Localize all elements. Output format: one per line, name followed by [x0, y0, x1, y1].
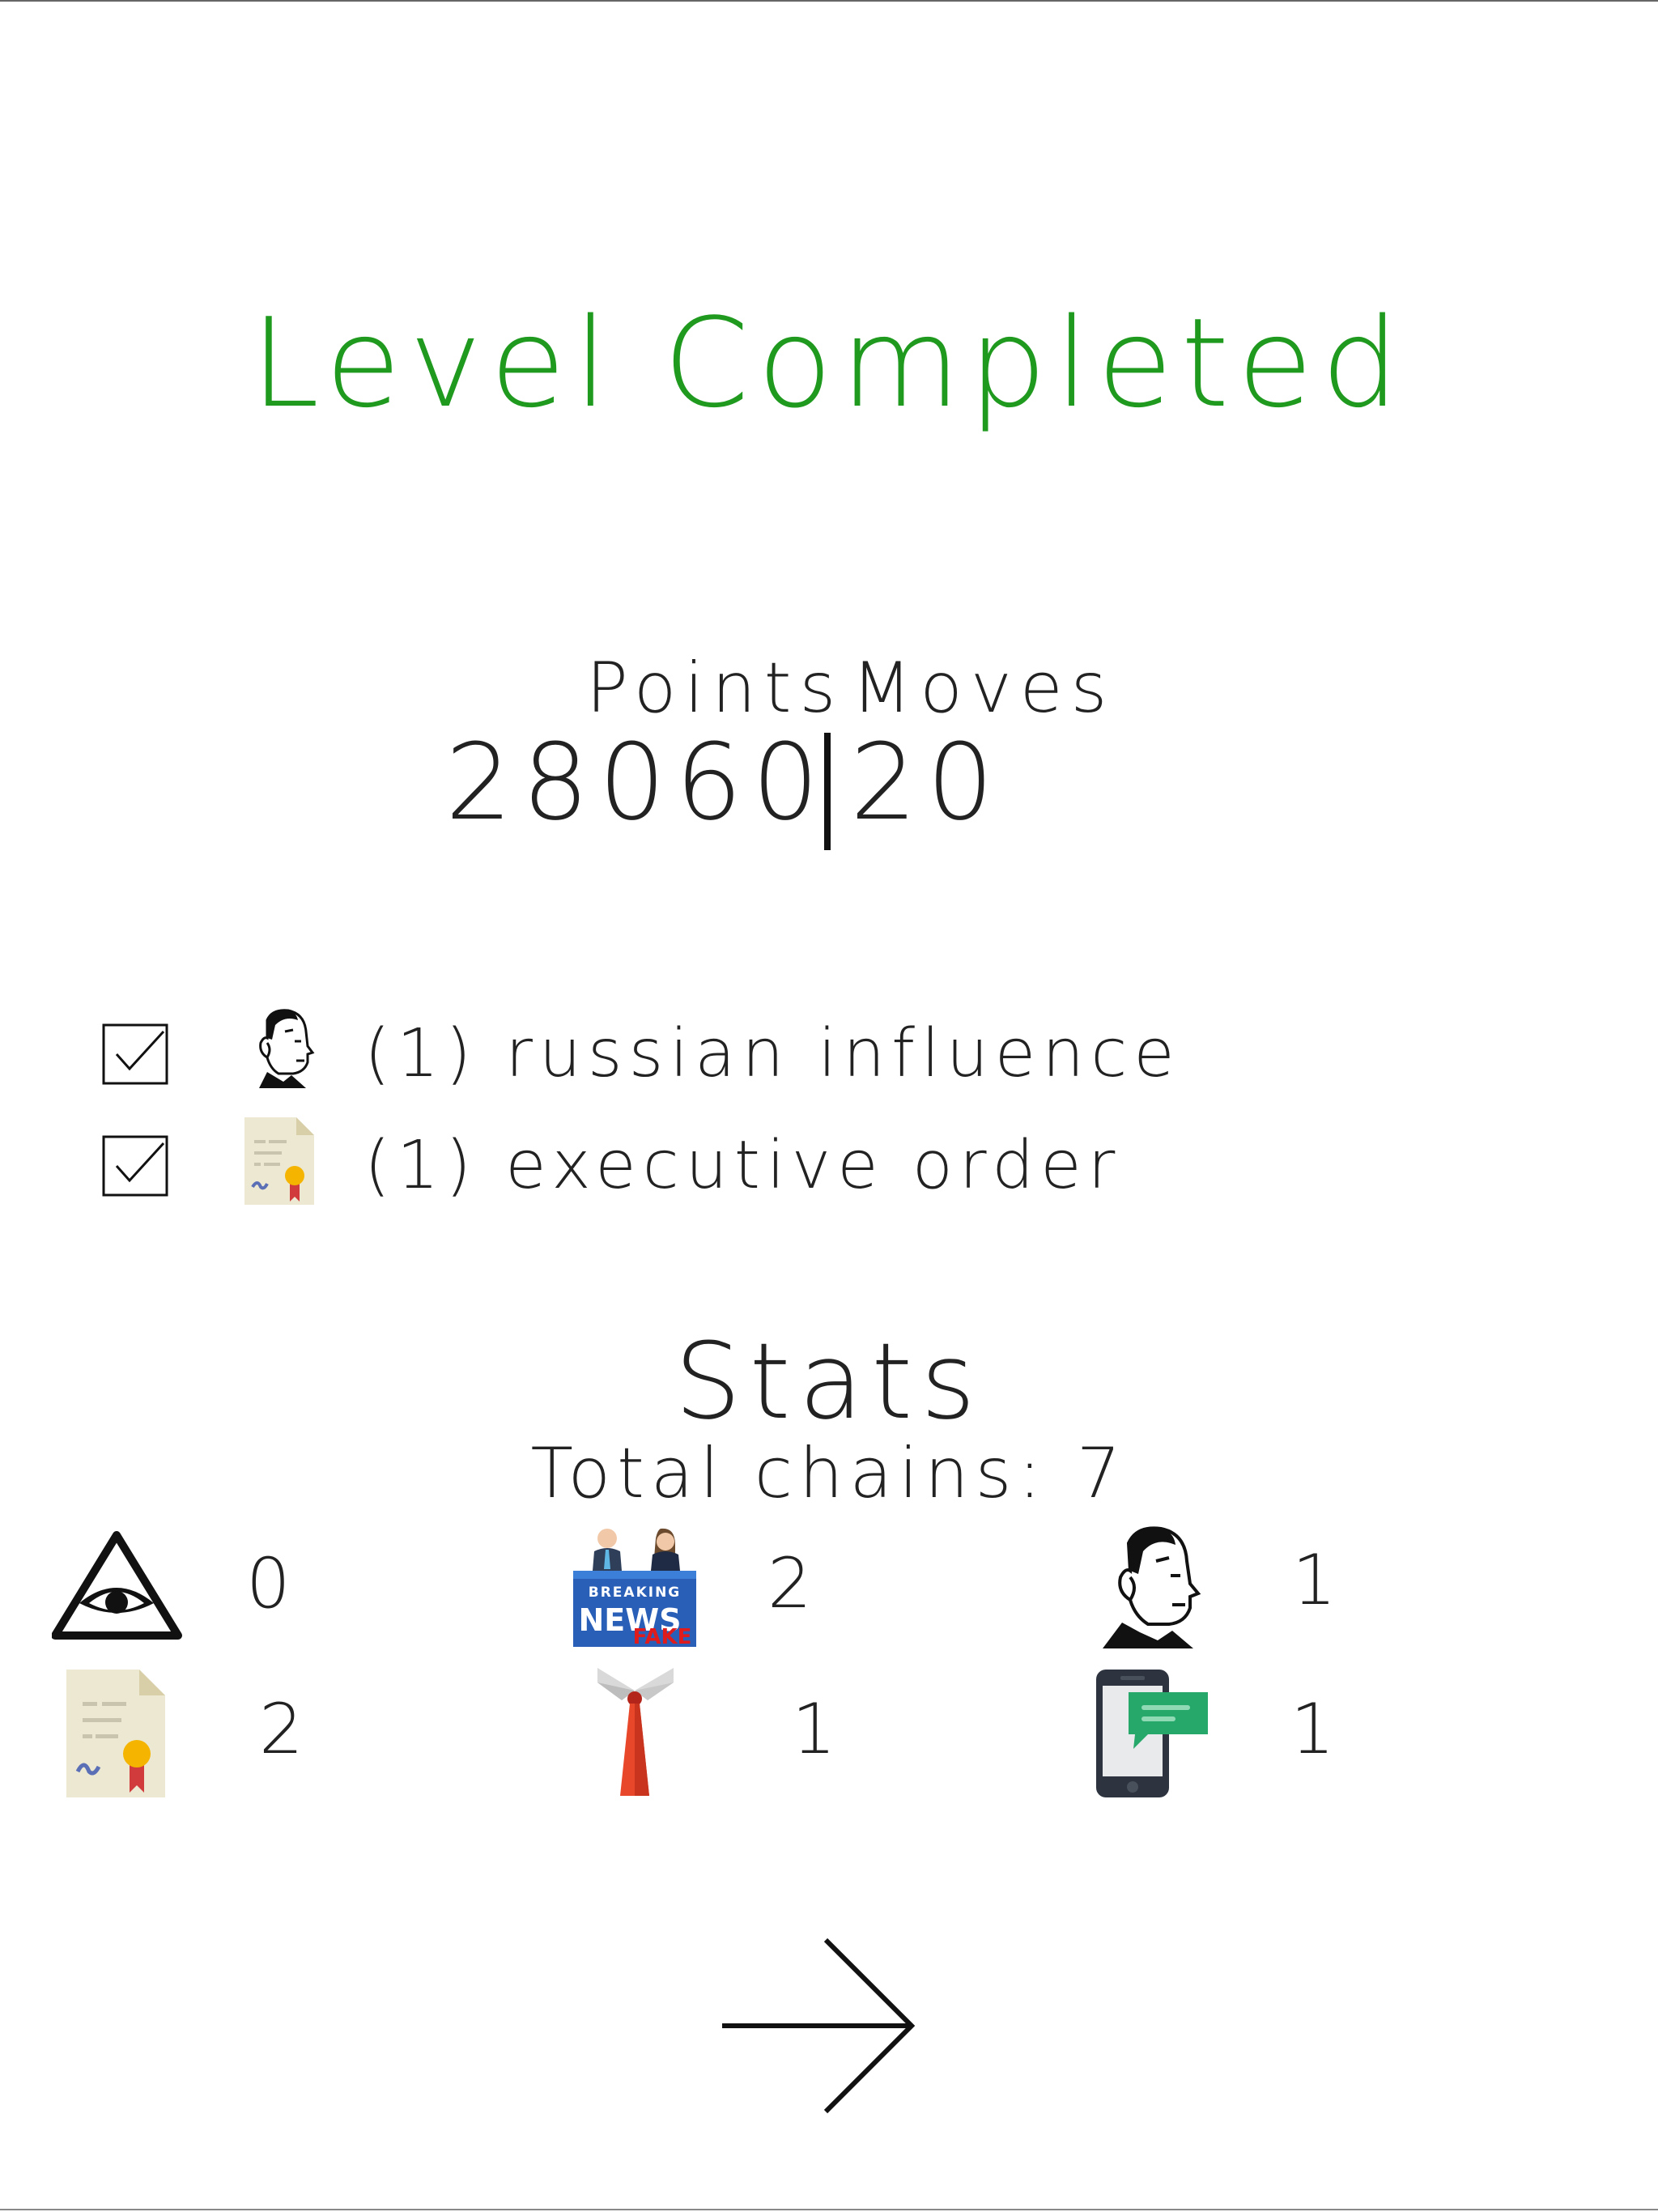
stat-item: 0: [52, 1522, 538, 1660]
russian-influence-icon: [259, 1009, 315, 1088]
stat-item: 2: [65, 1668, 551, 1806]
stat-value: 1: [1290, 1689, 1335, 1770]
score-divider: [824, 733, 831, 850]
score-labels: Points Moves: [0, 648, 1658, 729]
stat-item: 1: [1096, 1668, 1582, 1806]
svg-text:BREAKING: BREAKING: [589, 1585, 682, 1601]
points-value: 28060: [445, 721, 829, 844]
stat-value: 0: [246, 1543, 291, 1624]
top-border: [0, 0, 1658, 2]
stat-item: 1: [1098, 1519, 1584, 1657]
bottom-border: [0, 2209, 1658, 2210]
moves-label: Moves: [852, 648, 1116, 729]
arrow-right-icon[interactable]: [721, 1935, 923, 2117]
executive-order-icon: [66, 1670, 165, 1797]
stat-item: 1: [597, 1668, 1083, 1806]
russian-influence-icon: [1103, 1526, 1201, 1648]
red-tie-icon: [597, 1668, 674, 1796]
stat-item: BREAKING NEWS FAKE 2: [573, 1522, 1059, 1660]
stat-value: 2: [259, 1689, 304, 1770]
executive-order-icon: [244, 1117, 314, 1205]
svg-text:FAKE: FAKE: [633, 1625, 692, 1649]
checkbox-checked-icon: [102, 1135, 168, 1197]
total-chains: Total chains: 7: [530, 1433, 1128, 1514]
stats-title: Stats: [674, 1320, 984, 1443]
goal-text: (1) russian influence: [364, 1015, 1181, 1092]
goal-row: (1) russian influence: [0, 1004, 1658, 1101]
goal-text: (1) executive order: [364, 1127, 1122, 1204]
level-completed-title: Level Completed: [250, 291, 1408, 435]
stat-value: 2: [767, 1543, 812, 1624]
stat-value: 1: [792, 1689, 836, 1770]
phone-message-icon: [1096, 1670, 1208, 1797]
moves-value: 20: [850, 721, 1004, 844]
fake-news-icon: BREAKING NEWS FAKE: [573, 1528, 696, 1649]
stat-value: 1: [1292, 1540, 1337, 1621]
points-label: Points: [586, 648, 844, 729]
goal-row: (1) executive order: [0, 1116, 1658, 1213]
all-seeing-eye-icon: [52, 1531, 182, 1640]
checkbox-checked-icon: [102, 1023, 168, 1085]
